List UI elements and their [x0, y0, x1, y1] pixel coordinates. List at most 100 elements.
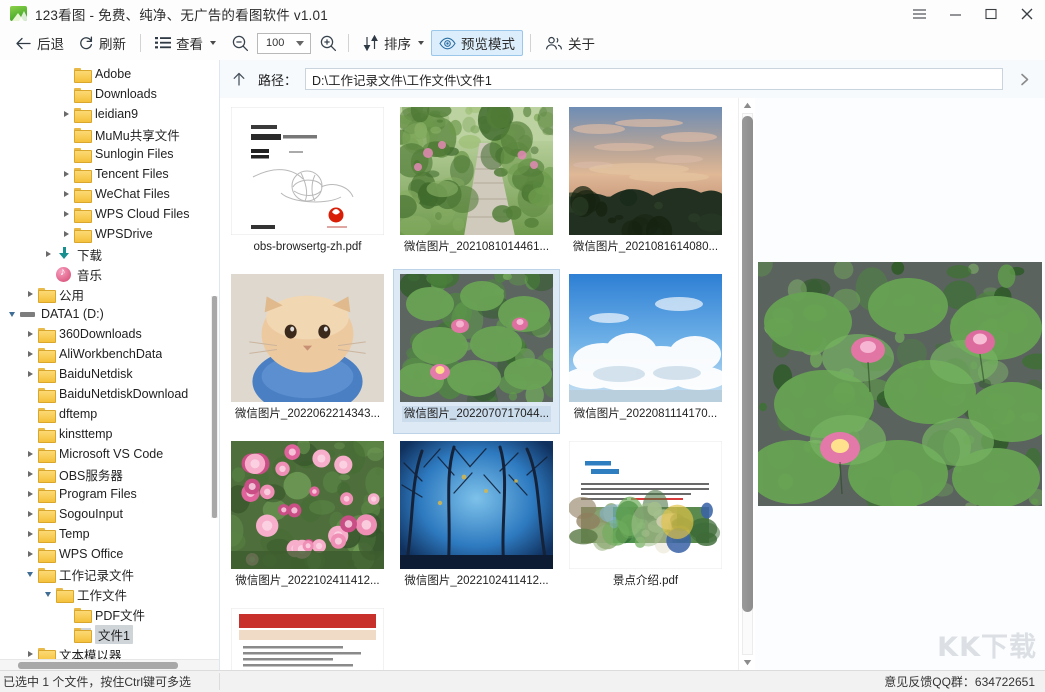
tree-item[interactable]: WPS Office	[0, 544, 219, 564]
file-item[interactable]: obs-browsertg-zh.pdf	[224, 102, 391, 267]
tree-item[interactable]: 音乐	[0, 264, 219, 284]
sort-button[interactable]: 排序	[356, 30, 431, 56]
expand-chevron-icon[interactable]	[22, 491, 38, 497]
expand-chevron-icon[interactable]	[22, 371, 38, 377]
expand-chevron-icon[interactable]	[58, 191, 74, 197]
expand-chevron-icon[interactable]	[22, 331, 38, 337]
expand-chevron-icon[interactable]	[22, 651, 38, 657]
tree-item-label: 文本模以器	[59, 645, 122, 660]
folder-icon	[74, 208, 91, 221]
tree-item[interactable]: leidian9	[0, 104, 219, 124]
file-item[interactable]: 微信图片_2021081014461...	[393, 102, 560, 267]
tree-item[interactable]: WeChat Files	[0, 184, 219, 204]
minimize-button[interactable]	[937, 0, 973, 27]
tree-item[interactable]: Downloads	[0, 84, 219, 104]
expand-chevron-icon[interactable]	[22, 351, 38, 357]
file-item[interactable]: 微信图片_2022081114170...	[562, 269, 729, 434]
expand-chevron-icon[interactable]	[40, 251, 56, 257]
file-item[interactable]: 微信图片_2022070717044...	[393, 269, 560, 434]
tree-item[interactable]: kinsttemp	[0, 424, 219, 444]
expand-chevron-icon[interactable]	[22, 511, 38, 517]
file-thumbnail	[569, 441, 722, 569]
file-thumbnail	[569, 274, 722, 402]
file-item[interactable]: 微信图片_2022102411412...	[224, 436, 391, 601]
refresh-button[interactable]: 刷新	[71, 30, 133, 56]
tree-item[interactable]: BaiduNetdiskDownload	[0, 384, 219, 404]
scroll-down-arrow[interactable]	[739, 655, 755, 670]
expand-chevron-icon[interactable]	[58, 171, 74, 177]
tree-item[interactable]: PDF文件	[0, 604, 219, 624]
window-controls	[901, 0, 1045, 27]
scrollbar-thumb[interactable]	[742, 116, 753, 612]
scrollbar-thumb[interactable]	[212, 296, 217, 518]
collapse-chevron-icon[interactable]	[40, 592, 56, 597]
tree-item[interactable]: 工作记录文件	[0, 564, 219, 584]
tree-item[interactable]: OBS服务器	[0, 464, 219, 484]
expand-chevron-icon[interactable]	[58, 231, 74, 237]
file-grid[interactable]: obs-browsertg-zh.pdf微信图片_2021081014461..…	[224, 102, 738, 670]
body: AdobeDownloads leidian9 MuMu共享文件Sunlogin F…	[0, 60, 1045, 670]
file-item[interactable]: 微信图片_2021081614080...	[562, 102, 729, 267]
expand-chevron-icon[interactable]	[22, 471, 38, 477]
tree-item[interactable]: Program Files	[0, 484, 219, 504]
path-label: 路径：	[258, 70, 297, 89]
about-button[interactable]: 关于	[538, 30, 602, 56]
maximize-button[interactable]	[973, 0, 1009, 27]
go-up-button[interactable]	[228, 68, 250, 90]
tree-item[interactable]: WPSDrive	[0, 224, 219, 244]
eye-icon	[439, 37, 456, 50]
tree-item[interactable]: Adobe	[0, 64, 219, 84]
tree-item[interactable]: WPS Cloud Files	[0, 204, 219, 224]
grid-vertical-scrollbar[interactable]	[738, 98, 755, 670]
view-button[interactable]: 查看	[148, 30, 223, 56]
folder-icon	[38, 388, 55, 401]
tree-item[interactable]: Microsoft VS Code	[0, 444, 219, 464]
forward-button[interactable]	[1011, 66, 1037, 92]
tree-item[interactable]: AliWorkbenchData	[0, 344, 219, 364]
tree-item[interactable]: 工作文件	[0, 584, 219, 604]
file-item[interactable]: 景点介绍.pdf	[562, 436, 729, 601]
tree-item[interactable]: Tencent Files	[0, 164, 219, 184]
expand-chevron-icon[interactable]	[22, 531, 38, 537]
tree-item-label: Tencent Files	[95, 167, 169, 181]
tree-item-label: leidian9	[95, 107, 138, 121]
file-item[interactable]: 微信图片_2022062214343...	[224, 269, 391, 434]
zoom-select[interactable]	[257, 33, 311, 54]
expand-chevron-icon[interactable]	[22, 451, 38, 457]
tree-item[interactable]: Sunlogin Files	[0, 144, 219, 164]
tree-item[interactable]: DATA1 (D:)	[0, 304, 219, 324]
sidebar-horizontal-scrollbar[interactable]	[0, 659, 219, 670]
path-input[interactable]	[305, 68, 1003, 90]
menu-button[interactable]	[901, 0, 937, 27]
tree-item[interactable]: 文件1	[0, 624, 219, 644]
expand-chevron-icon[interactable]	[22, 551, 38, 557]
file-item[interactable]	[224, 603, 391, 670]
back-button[interactable]: 后退	[8, 30, 71, 56]
tree-item[interactable]: 360Downloads	[0, 324, 219, 344]
zoom-out-icon[interactable]	[227, 34, 253, 52]
collapse-chevron-icon[interactable]	[4, 312, 20, 317]
sidebar-vertical-scrollbar[interactable]	[211, 296, 218, 518]
tree-item[interactable]: SogouInput	[0, 504, 219, 524]
expand-chevron-icon[interactable]	[58, 211, 74, 217]
tree-item[interactable]: 公用	[0, 284, 219, 304]
scrollbar-thumb[interactable]	[18, 662, 178, 669]
zoom-in-icon[interactable]	[315, 34, 341, 52]
expand-chevron-icon[interactable]	[58, 111, 74, 117]
refresh-label: 刷新	[99, 33, 126, 53]
tree-item[interactable]: MuMu共享文件	[0, 124, 219, 144]
expand-chevron-icon[interactable]	[22, 291, 38, 297]
folder-tree[interactable]: AdobeDownloads leidian9 MuMu共享文件Sunlogin F…	[0, 60, 219, 659]
tree-item[interactable]: dftemp	[0, 404, 219, 424]
chevron-down-icon	[210, 41, 216, 45]
preview-mode-button[interactable]: 预览模式	[431, 30, 523, 56]
tree-item[interactable]: Temp	[0, 524, 219, 544]
preview-pane[interactable]: KK下载	[755, 98, 1045, 670]
close-button[interactable]	[1009, 0, 1045, 27]
file-item[interactable]: 微信图片_2022102411412...	[393, 436, 560, 601]
collapse-chevron-icon[interactable]	[22, 572, 38, 577]
scroll-up-arrow[interactable]	[739, 98, 755, 113]
tree-item[interactable]: 文本模以器	[0, 644, 219, 659]
tree-item[interactable]: 下载	[0, 244, 219, 264]
tree-item[interactable]: BaiduNetdisk	[0, 364, 219, 384]
